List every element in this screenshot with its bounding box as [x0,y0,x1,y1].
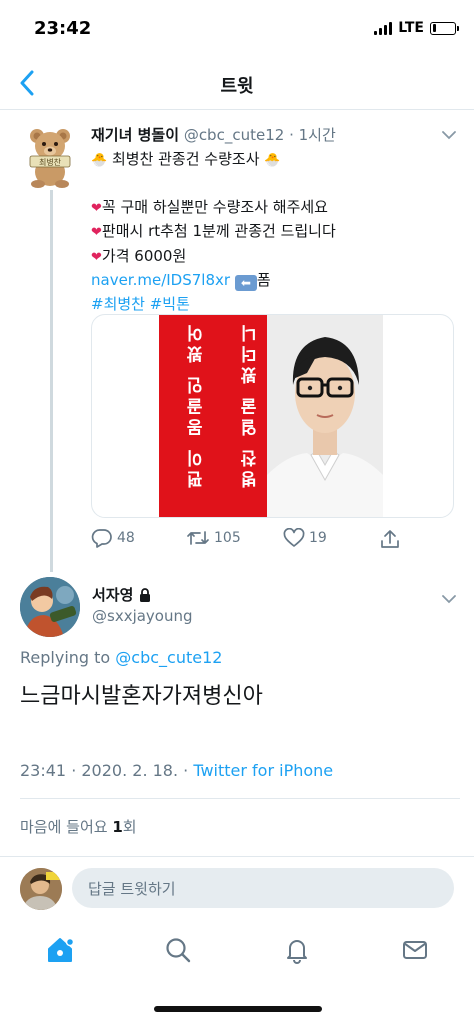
tab-notifications[interactable] [279,932,315,968]
tweet-title-line: 🐣 최병찬 관종건 수량조사 🐣 [91,150,281,168]
media-text-column: 병찬 얼굴 봤더니 [241,321,261,488]
status-indicators: LTE [374,20,459,36]
home-icon [48,937,75,962]
tweet-line: ❤판매시 rt추첨 1분께 관종건 드립니다 [91,222,336,240]
notifications-icon [287,940,307,964]
heart-icon: ❤ [91,225,102,240]
reply-icon [91,529,112,548]
hashtags[interactable]: #최병찬 #빅톤 [91,293,461,317]
heart-icon: ❤ [91,249,102,265]
tweet-media[interactable]: 병찬 얼굴 봤더니 편이 몽골인 봤어 [91,314,454,518]
tweet-timestamp: 23:41 · 2020. 2. 18. · Twitter for iPhon… [20,761,334,780]
likes-summary[interactable]: 마음에 들어요 1회 [20,816,137,837]
media-text-panel: 병찬 얼굴 봤더니 편이 몽골인 봤어 [159,315,267,517]
divider [0,856,474,857]
replying-to-link[interactable]: @cbc_cute12 [115,648,222,667]
retweet-count: 105 [214,530,241,546]
tab-bar [0,926,474,976]
search-icon [166,938,191,963]
left-arrow-icon: ⬅ [234,275,257,291]
tab-messages[interactable] [397,932,433,968]
tweet-link-line: naver.me/IDS7l8xr ⬅ 폼 [91,271,271,291]
avatar-badge-text: 최병찬 [39,157,62,167]
display-name[interactable]: 재기녀 병돌이 [91,126,179,144]
tab-search[interactable] [160,932,196,968]
tweet-time: · 1시간 [289,126,336,144]
like-count: 19 [309,530,327,546]
reply-text: 느금마시발혼자가져병신아 [20,684,263,709]
tweet-link[interactable]: naver.me/IDS7l8xr [91,271,230,289]
signal-icon [374,21,393,35]
avatar-illustration [20,577,80,637]
hatching-chick-icon: 🐣 [264,153,281,168]
reply-input[interactable]: 답글 트윗하기 [72,868,454,908]
share-button[interactable] [379,528,401,550]
avatar[interactable]: 최병찬 [26,124,74,188]
my-avatar[interactable] [20,868,62,910]
tweet-header: 재기녀 병돌이 @cbc_cute12 · 1시간 [91,124,336,145]
heart-icon: ❤ [91,200,102,216]
reply-handle[interactable]: @sxxjayoung [92,607,193,625]
tweet-line: ❤가격 6000원 [91,246,187,265]
thread-line [50,190,53,572]
retweet-icon [187,531,209,545]
status-time: 23:42 [34,18,92,39]
share-icon [381,530,399,548]
battery-icon [430,21,459,35]
retweet-button[interactable]: 105 [186,528,241,548]
reply-count: 48 [117,530,135,546]
home-indicator [154,1006,322,1012]
tweet-menu-chevron-icon[interactable] [442,594,456,604]
messages-icon [403,941,427,959]
divider [20,798,460,799]
media-photo [267,315,383,517]
portrait-illustration [267,315,383,517]
reply-button[interactable]: 48 [91,528,135,548]
nav-header: 트윗 [0,58,474,110]
status-bar: 23:42 LTE [0,0,474,58]
replying-to: Replying to @cbc_cute12 [20,648,223,667]
lock-icon [140,587,151,602]
network-label: LTE [398,20,424,36]
heart-outline-icon [283,528,305,547]
avatar[interactable] [20,577,80,637]
tweet-line: ❤꼭 구매 하실뿐만 수량조사 해주세요 [91,197,328,216]
handle[interactable]: @cbc_cute12 [184,126,284,144]
tweet-actions: 48 105 19 [91,528,461,550]
teddy-bear-avatar-icon: 최병찬 [29,129,71,188]
likes-count: 1 [112,818,123,836]
tweet-source-link[interactable]: Twitter for iPhone [193,761,333,780]
tweet-text: 🐣 최병찬 관종건 수량조사 🐣 ❤꼭 구매 하실뿐만 수량조사 해주세요 ❤판… [91,148,461,316]
like-button[interactable]: 19 [283,528,327,548]
page-title: 트윗 [220,76,254,97]
media-text-column: 편이 몽골인 봤어 [187,321,207,488]
tweet-menu-chevron-icon[interactable] [442,130,456,140]
avatar-illustration [20,868,62,910]
reply-display-name[interactable]: 서자영 [92,584,151,605]
tab-home[interactable] [42,932,78,968]
hatching-chick-icon: 🐣 [91,153,108,168]
